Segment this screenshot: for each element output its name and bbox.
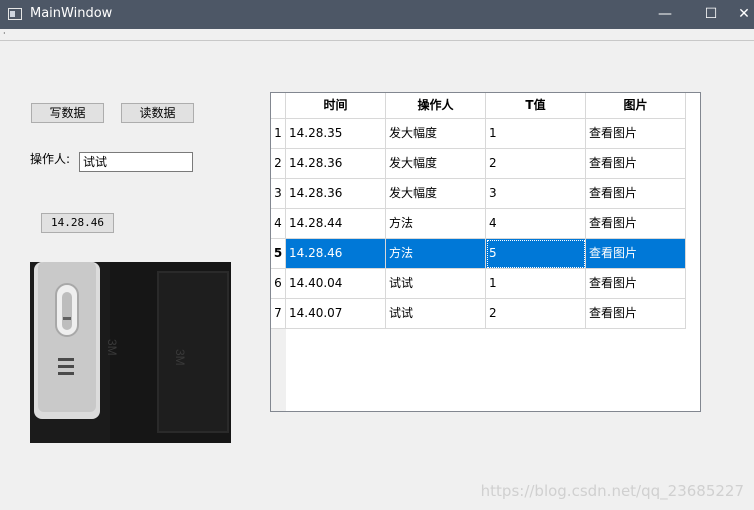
t-value-cell[interactable]: 3 [486, 179, 586, 209]
column-header-time[interactable]: 时间 [286, 93, 386, 119]
view-image-cell[interactable]: 查看图片 [586, 209, 686, 239]
operator-cell[interactable]: 发大幅度 [386, 149, 486, 179]
maximize-button[interactable]: ☐ [688, 0, 734, 29]
column-header-t-value[interactable]: T值 [486, 93, 586, 119]
time-cell[interactable]: 14.28.36 [286, 149, 386, 179]
operator-label: 操作人: [30, 152, 71, 166]
view-image-cell[interactable]: 查看图片 [586, 239, 686, 269]
view-image-cell[interactable]: 查看图片 [586, 299, 686, 329]
watermark-text: https://blog.csdn.net/qq_23685227 [480, 482, 744, 500]
t-value-cell[interactable]: 2 [486, 149, 586, 179]
menu-bar: · [0, 29, 754, 41]
t-value-cell[interactable]: 1 [486, 119, 586, 149]
row-number[interactable]: 1 [271, 119, 286, 149]
time-cell[interactable]: 14.40.07 [286, 299, 386, 329]
operator-cell[interactable]: 方法 [386, 209, 486, 239]
table-row[interactable]: 7 14.40.07 试试 2 查看图片 [271, 299, 686, 329]
column-header-image[interactable]: 图片 [586, 93, 686, 119]
title-bar: MainWindow — ☐ ✕ [0, 0, 754, 29]
read-data-button[interactable]: 读数据 [121, 103, 194, 123]
view-image-cell[interactable]: 查看图片 [586, 179, 686, 209]
svg-text:3M: 3M [105, 339, 119, 356]
table-row[interactable]: 1 14.28.35 发大幅度 1 查看图片 [271, 119, 686, 149]
app-window-icon [8, 8, 22, 20]
table-row-selected[interactable]: 5 14.28.46 方法 5 查看图片 [271, 239, 686, 269]
table-row[interactable]: 3 14.28.36 发大幅度 3 查看图片 [271, 179, 686, 209]
table-row[interactable]: 6 14.40.04 试试 1 查看图片 [271, 269, 686, 299]
minimize-button[interactable]: — [642, 0, 688, 29]
t-value-cell[interactable]: 5 [486, 239, 586, 269]
row-number[interactable]: 2 [271, 149, 286, 179]
operator-input[interactable]: 试试 [79, 152, 193, 172]
t-value-cell[interactable]: 2 [486, 299, 586, 329]
table-row[interactable]: 4 14.28.44 方法 4 查看图片 [271, 209, 686, 239]
test-strip-image: 3M 3M [30, 262, 231, 443]
operator-cell[interactable]: 试试 [386, 299, 486, 329]
data-table[interactable]: 时间 操作人 T值 图片 1 14.28.35 发大幅度 1 查看图片 2 14… [270, 92, 701, 412]
time-cell[interactable]: 14.28.46 [286, 239, 386, 269]
svg-text:3M: 3M [173, 349, 187, 366]
write-data-button[interactable]: 写数据 [31, 103, 104, 123]
window-title: MainWindow [30, 6, 113, 21]
row-number[interactable]: 3 [271, 179, 286, 209]
column-header-operator[interactable]: 操作人 [386, 93, 486, 119]
row-number[interactable]: 5 [271, 239, 286, 269]
time-cell[interactable]: 14.28.44 [286, 209, 386, 239]
operator-cell[interactable]: 方法 [386, 239, 486, 269]
row-number[interactable]: 7 [271, 299, 286, 329]
t-value-cell[interactable]: 1 [486, 269, 586, 299]
table-row[interactable]: 2 14.28.36 发大幅度 2 查看图片 [271, 149, 686, 179]
row-number[interactable]: 4 [271, 209, 286, 239]
menu-bar-marker[interactable]: · [3, 30, 6, 38]
operator-cell[interactable]: 发大幅度 [386, 179, 486, 209]
row-number[interactable]: 6 [271, 269, 286, 299]
view-image-cell[interactable]: 查看图片 [586, 119, 686, 149]
time-cell[interactable]: 14.40.04 [286, 269, 386, 299]
operator-cell[interactable]: 试试 [386, 269, 486, 299]
view-image-cell[interactable]: 查看图片 [586, 269, 686, 299]
table-corner[interactable] [271, 93, 286, 119]
close-button[interactable]: ✕ [734, 0, 754, 29]
time-button[interactable]: 14.28.46 [41, 213, 114, 233]
time-cell[interactable]: 14.28.35 [286, 119, 386, 149]
operator-cell[interactable]: 发大幅度 [386, 119, 486, 149]
t-value-cell[interactable]: 4 [486, 209, 586, 239]
table-header: 时间 操作人 T值 图片 [271, 93, 700, 119]
view-image-cell[interactable]: 查看图片 [586, 149, 686, 179]
time-cell[interactable]: 14.28.36 [286, 179, 386, 209]
captured-photo: 3M 3M [30, 262, 231, 443]
